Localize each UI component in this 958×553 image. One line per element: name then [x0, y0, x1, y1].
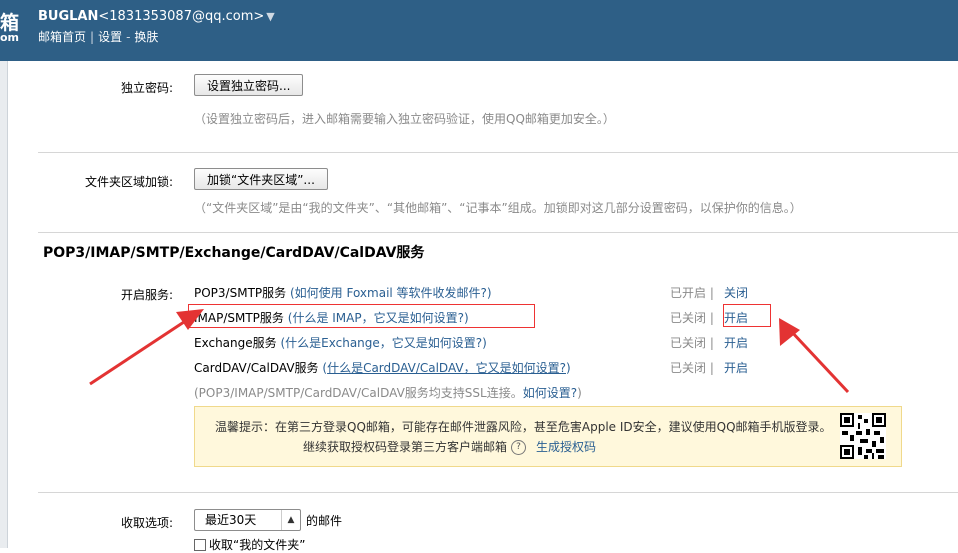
- folder-lock-label: 文件夹区域加锁:: [84, 175, 173, 189]
- service-status-pop3: 已开启 |: [670, 284, 714, 301]
- warning-action-line: 继续获取授权码登录第三方客户端邮箱? 生成授权码: [303, 438, 596, 455]
- security-warning-box: 温馨提示：在第三方登录QQ邮箱，可能存在邮件泄露风险，甚至危害Apple ID安…: [194, 406, 902, 467]
- account-info[interactable]: BUGLAN<1831353087@qq.com> ▼: [38, 9, 275, 24]
- receive-range-value: 最近30天: [205, 513, 257, 527]
- service-status-exchange: 已关闭 |: [670, 334, 714, 351]
- sidebar-strip: [0, 61, 8, 548]
- enable-carddav-button[interactable]: 开启: [724, 359, 748, 376]
- folder-lock-note: （“文件夹区域”是由“我的文件夹”、“其他邮箱”、“记事本”组成。加锁即对这几部…: [194, 201, 802, 215]
- section-title-protocols: POP3/IMAP/SMTP/Exchange/CardDAV/CalDAV服务: [43, 245, 425, 261]
- nav-skin[interactable]: 换肤: [134, 30, 158, 44]
- status-separator: |: [709, 286, 714, 300]
- generate-auth-code-link[interactable]: 生成授权码: [536, 440, 596, 454]
- receive-range-select[interactable]: 最近30天 ▲: [194, 509, 301, 531]
- status-text: 已关闭: [670, 336, 707, 350]
- service-status-carddav: 已关闭 |: [670, 359, 714, 376]
- header-bar: 箱 om BUGLAN<1831353087@qq.com> ▼ 邮箱首页 | 设置 -…: [0, 0, 958, 61]
- receive-suffix: 的邮件: [306, 514, 343, 528]
- nav-settings[interactable]: 设置: [98, 30, 122, 44]
- enable-exchange-button[interactable]: 开启: [724, 334, 748, 351]
- warning-text-2: 继续获取授权码登录第三方客户端邮箱: [303, 440, 508, 454]
- service-help-link[interactable]: 什么是Exchange，它又是如何设置?: [285, 336, 482, 350]
- service-name: Exchange服务: [194, 336, 277, 350]
- service-name: CardDAV/CalDAV服务: [194, 361, 319, 375]
- warning-text: 温馨提示：在第三方登录QQ邮箱，可能存在邮件泄露风险，甚至危害Apple ID安…: [215, 420, 832, 434]
- logo-subtext: om: [0, 31, 20, 44]
- ssl-note-suffix: ): [577, 386, 582, 400]
- service-row-exchange: Exchange服务 (什么是Exchange，它又是如何设置?): [194, 334, 487, 351]
- status-separator: |: [709, 361, 714, 375]
- service-row-carddav: CardDAV/CalDAV服务 (什么是CardDAV/CalDAV，它又是如…: [194, 359, 571, 376]
- nav-separator: -: [126, 30, 131, 44]
- status-separator: |: [709, 336, 714, 350]
- paren: ): [482, 336, 487, 350]
- annotation-box-imap: [188, 304, 535, 328]
- paren: ): [486, 286, 492, 300]
- divider: [38, 492, 958, 493]
- status-text: 已关闭: [670, 311, 707, 325]
- service-row-pop3: POP3/SMTP服务 (如何使用 Foxmail 等软件收发邮件?): [194, 284, 492, 301]
- paren: ): [565, 361, 571, 375]
- independent-password-note: （设置独立密码后，进入邮箱需要输入独立密码验证，使用QQ邮箱更加安全。）: [194, 112, 615, 126]
- receive-options-label: 收取选项:: [120, 516, 173, 530]
- service-help-link[interactable]: 如何使用 Foxmail 等软件收发邮件?: [295, 286, 487, 300]
- ssl-note-text: (POP3/IMAP/SMTP/CardDAV/CalDAV服务均支持SSL连接…: [194, 386, 523, 400]
- status-text: 已开启: [670, 286, 707, 300]
- nav-separator: |: [90, 30, 95, 44]
- annotation-box-enable: [723, 304, 771, 327]
- header-nav: 邮箱首页 | 设置 - 换肤: [38, 28, 158, 45]
- help-circle-icon[interactable]: ?: [511, 440, 527, 455]
- ssl-howto-link[interactable]: 如何设置?: [523, 386, 577, 400]
- account-name: BUGLAN: [38, 9, 99, 24]
- service-help-link[interactable]: 什么是CardDAV/CalDAV，它又是如何设置?: [327, 361, 566, 375]
- account-email: <1831353087@qq.com>: [98, 9, 265, 24]
- ssl-note: (POP3/IMAP/SMTP/CardDAV/CalDAV服务均支持SSL连接…: [194, 384, 582, 401]
- independent-password-label: 独立密码:: [120, 81, 173, 95]
- enable-service-label: 开启服务:: [120, 288, 173, 302]
- qr-code-icon: [840, 413, 886, 459]
- close-pop3-button[interactable]: 关闭: [724, 284, 748, 301]
- receive-folder-checkbox-label: 收取“我的文件夹”: [209, 538, 306, 552]
- account-dropdown-icon[interactable]: ▼: [266, 10, 274, 23]
- divider: [38, 232, 958, 233]
- status-text: 已关闭: [670, 361, 707, 375]
- checkbox-icon[interactable]: [194, 539, 206, 551]
- service-name: POP3/SMTP服务: [194, 286, 287, 300]
- nav-mail-home[interactable]: 邮箱首页: [38, 30, 86, 44]
- dropdown-caret-icon: ▲: [281, 510, 300, 530]
- status-separator: |: [709, 311, 714, 325]
- set-independent-password-button[interactable]: 设置独立密码...: [194, 74, 304, 96]
- service-status-imap: 已关闭 |: [670, 309, 714, 326]
- folder-lock-button[interactable]: 加锁“文件夹区域”...: [194, 168, 328, 190]
- divider: [38, 152, 958, 153]
